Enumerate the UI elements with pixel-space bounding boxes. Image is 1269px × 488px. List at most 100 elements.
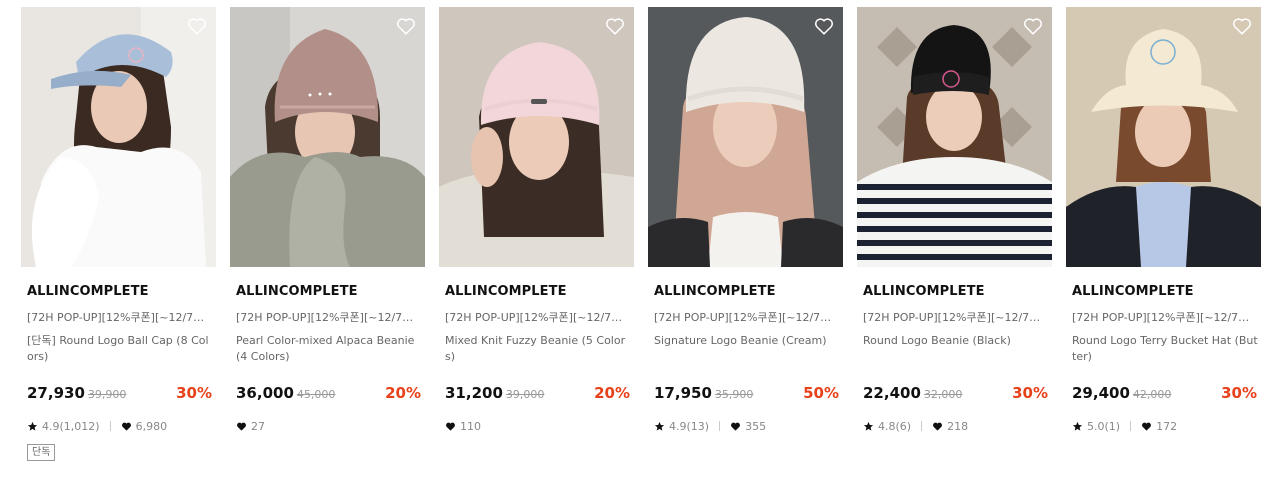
discount-rate: 20% xyxy=(385,384,421,402)
review-like-row: 110 xyxy=(445,419,481,433)
price-row: 36,000 45,000 20% xyxy=(236,384,423,404)
wishlist-heart-icon[interactable] xyxy=(813,15,835,37)
promo-text[interactable]: [72H POP-UP][12%쿠폰][~12/7까지] xyxy=(445,309,631,325)
price-row: 17,950 35,900 50% xyxy=(654,384,841,404)
heart-filled-icon xyxy=(932,421,943,432)
product-card[interactable]: ALLINCOMPLETE [72H POP-UP][12%쿠폰][~12/7까… xyxy=(230,7,425,477)
discount-rate: 30% xyxy=(176,384,212,402)
product-card[interactable]: ALLINCOMPLETE [72H POP-UP][12%쿠폰][~12/7까… xyxy=(648,7,843,477)
rating-text: 4.9(1,012) xyxy=(42,419,100,433)
review-like-row: 4.9(1,012) 6,980 xyxy=(27,419,167,433)
original-price: 39,000 xyxy=(505,388,545,401)
sale-price: 27,930 39,900 xyxy=(27,384,126,402)
heart-filled-icon xyxy=(730,421,741,432)
review-like-row: 5.0(1) 172 xyxy=(1072,419,1177,433)
rating-text: 4.8(6) xyxy=(878,419,912,433)
rating-text: 5.0(1) xyxy=(1087,419,1121,433)
price-row: 31,200 39,000 20% xyxy=(445,384,632,404)
product-name[interactable]: Mixed Knit Fuzzy Beanie (5 Colors) xyxy=(445,333,633,365)
discount-rate: 20% xyxy=(594,384,630,402)
product-card[interactable]: ALLINCOMPLETE [72H POP-UP][12%쿠폰][~12/7까… xyxy=(857,7,1052,477)
original-price: 45,000 xyxy=(296,388,336,401)
wishlist-heart-icon[interactable] xyxy=(395,15,417,37)
exclusive-tag: 단독 xyxy=(27,444,56,461)
product-name[interactable]: Round Logo Beanie (Black) xyxy=(863,333,1051,349)
product-name[interactable]: Pearl Color-mixed Alpaca Beanie (4 Color… xyxy=(236,333,424,365)
product-image[interactable] xyxy=(1066,7,1261,267)
product-card[interactable]: ALLINCOMPLETE [72H POP-UP][12%쿠폰][~12/7까… xyxy=(21,7,216,477)
original-price: 35,900 xyxy=(714,388,754,401)
divider xyxy=(109,421,111,431)
heart-filled-icon xyxy=(445,421,456,432)
product-name[interactable]: Round Logo Terry Bucket Hat (Butter) xyxy=(1072,333,1260,365)
product-image[interactable] xyxy=(230,7,425,267)
product-image[interactable] xyxy=(857,7,1052,267)
brand-name[interactable]: ALLINCOMPLETE xyxy=(1072,284,1194,299)
wishlist-heart-icon[interactable] xyxy=(186,15,208,37)
product-photo-bucket-hat xyxy=(1066,7,1261,267)
price-row: 27,930 39,900 30% xyxy=(27,384,214,404)
product-grid: ALLINCOMPLETE [72H POP-UP][12%쿠폰][~12/7까… xyxy=(21,7,1261,477)
product-image[interactable] xyxy=(21,7,216,267)
divider xyxy=(921,421,923,431)
divider xyxy=(1130,421,1132,431)
likes-count: 110 xyxy=(460,419,481,433)
promo-text[interactable]: [72H POP-UP][12%쿠폰][~12/7까지] xyxy=(1072,309,1258,325)
brand-name[interactable]: ALLINCOMPLETE xyxy=(236,284,358,299)
sale-price: 31,200 39,000 xyxy=(445,384,544,402)
likes-count: 172 xyxy=(1156,419,1178,433)
price-row: 22,400 32,000 30% xyxy=(863,384,1050,404)
promo-text[interactable]: [72H POP-UP][12%쿠폰][~12/7까지]... xyxy=(27,309,213,325)
heart-filled-icon xyxy=(236,421,247,432)
brand-name[interactable]: ALLINCOMPLETE xyxy=(654,284,776,299)
likes-count: 218 xyxy=(947,419,969,433)
brand-name[interactable]: ALLINCOMPLETE xyxy=(27,284,149,299)
product-name[interactable]: [단독] Round Logo Ball Cap (8 Colors) xyxy=(27,333,215,365)
divider xyxy=(719,421,721,431)
likes-count: 27 xyxy=(251,419,265,433)
heart-filled-icon xyxy=(121,421,132,432)
sale-price: 36,000 45,000 xyxy=(236,384,335,402)
heart-filled-icon xyxy=(1141,421,1152,432)
wishlist-heart-icon[interactable] xyxy=(1022,15,1044,37)
star-icon xyxy=(863,421,874,432)
review-like-row: 4.8(6) 218 xyxy=(863,419,968,433)
product-image[interactable] xyxy=(648,7,843,267)
sale-price-value: 27,930 xyxy=(27,384,85,402)
product-card[interactable]: ALLINCOMPLETE [72H POP-UP][12%쿠폰][~12/7까… xyxy=(1066,7,1261,477)
discount-rate: 50% xyxy=(803,384,839,402)
sale-price-value: 36,000 xyxy=(236,384,294,402)
sale-price-value: 29,400 xyxy=(1072,384,1130,402)
original-price: 39,900 xyxy=(87,388,127,401)
promo-text[interactable]: [72H POP-UP][12%쿠폰][~12/7까지] xyxy=(654,309,840,325)
likes-count: 355 xyxy=(745,419,767,433)
sale-price-value: 31,200 xyxy=(445,384,503,402)
sale-price-value: 22,400 xyxy=(863,384,921,402)
review-like-row: 27 xyxy=(236,419,265,433)
star-icon xyxy=(654,421,665,432)
sale-price: 29,400 42,000 xyxy=(1072,384,1171,402)
sale-price: 17,950 35,900 xyxy=(654,384,753,402)
product-photo-cap xyxy=(21,7,216,267)
discount-rate: 30% xyxy=(1012,384,1048,402)
rating-text: 4.9(13) xyxy=(669,419,710,433)
promo-text[interactable]: [72H POP-UP][12%쿠폰][~12/7까지] xyxy=(236,309,422,325)
brand-name[interactable]: ALLINCOMPLETE xyxy=(863,284,985,299)
product-photo-fuzzy-beanie xyxy=(439,7,634,267)
likes-count: 6,980 xyxy=(135,419,168,433)
product-photo-signature-beanie xyxy=(648,7,843,267)
wishlist-heart-icon[interactable] xyxy=(604,15,626,37)
brand-name[interactable]: ALLINCOMPLETE xyxy=(445,284,567,299)
product-photo-alpaca-beanie xyxy=(230,7,425,267)
product-card[interactable]: ALLINCOMPLETE [72H POP-UP][12%쿠폰][~12/7까… xyxy=(439,7,634,477)
original-price: 32,000 xyxy=(923,388,963,401)
product-image[interactable] xyxy=(439,7,634,267)
original-price: 42,000 xyxy=(1132,388,1172,401)
star-icon xyxy=(1072,421,1083,432)
review-like-row: 4.9(13) 355 xyxy=(654,419,766,433)
product-name[interactable]: Signature Logo Beanie (Cream) xyxy=(654,333,842,349)
discount-rate: 30% xyxy=(1221,384,1257,402)
price-row: 29,400 42,000 30% xyxy=(1072,384,1259,404)
wishlist-heart-icon[interactable] xyxy=(1231,15,1253,37)
promo-text[interactable]: [72H POP-UP][12%쿠폰][~12/7까지] xyxy=(863,309,1049,325)
